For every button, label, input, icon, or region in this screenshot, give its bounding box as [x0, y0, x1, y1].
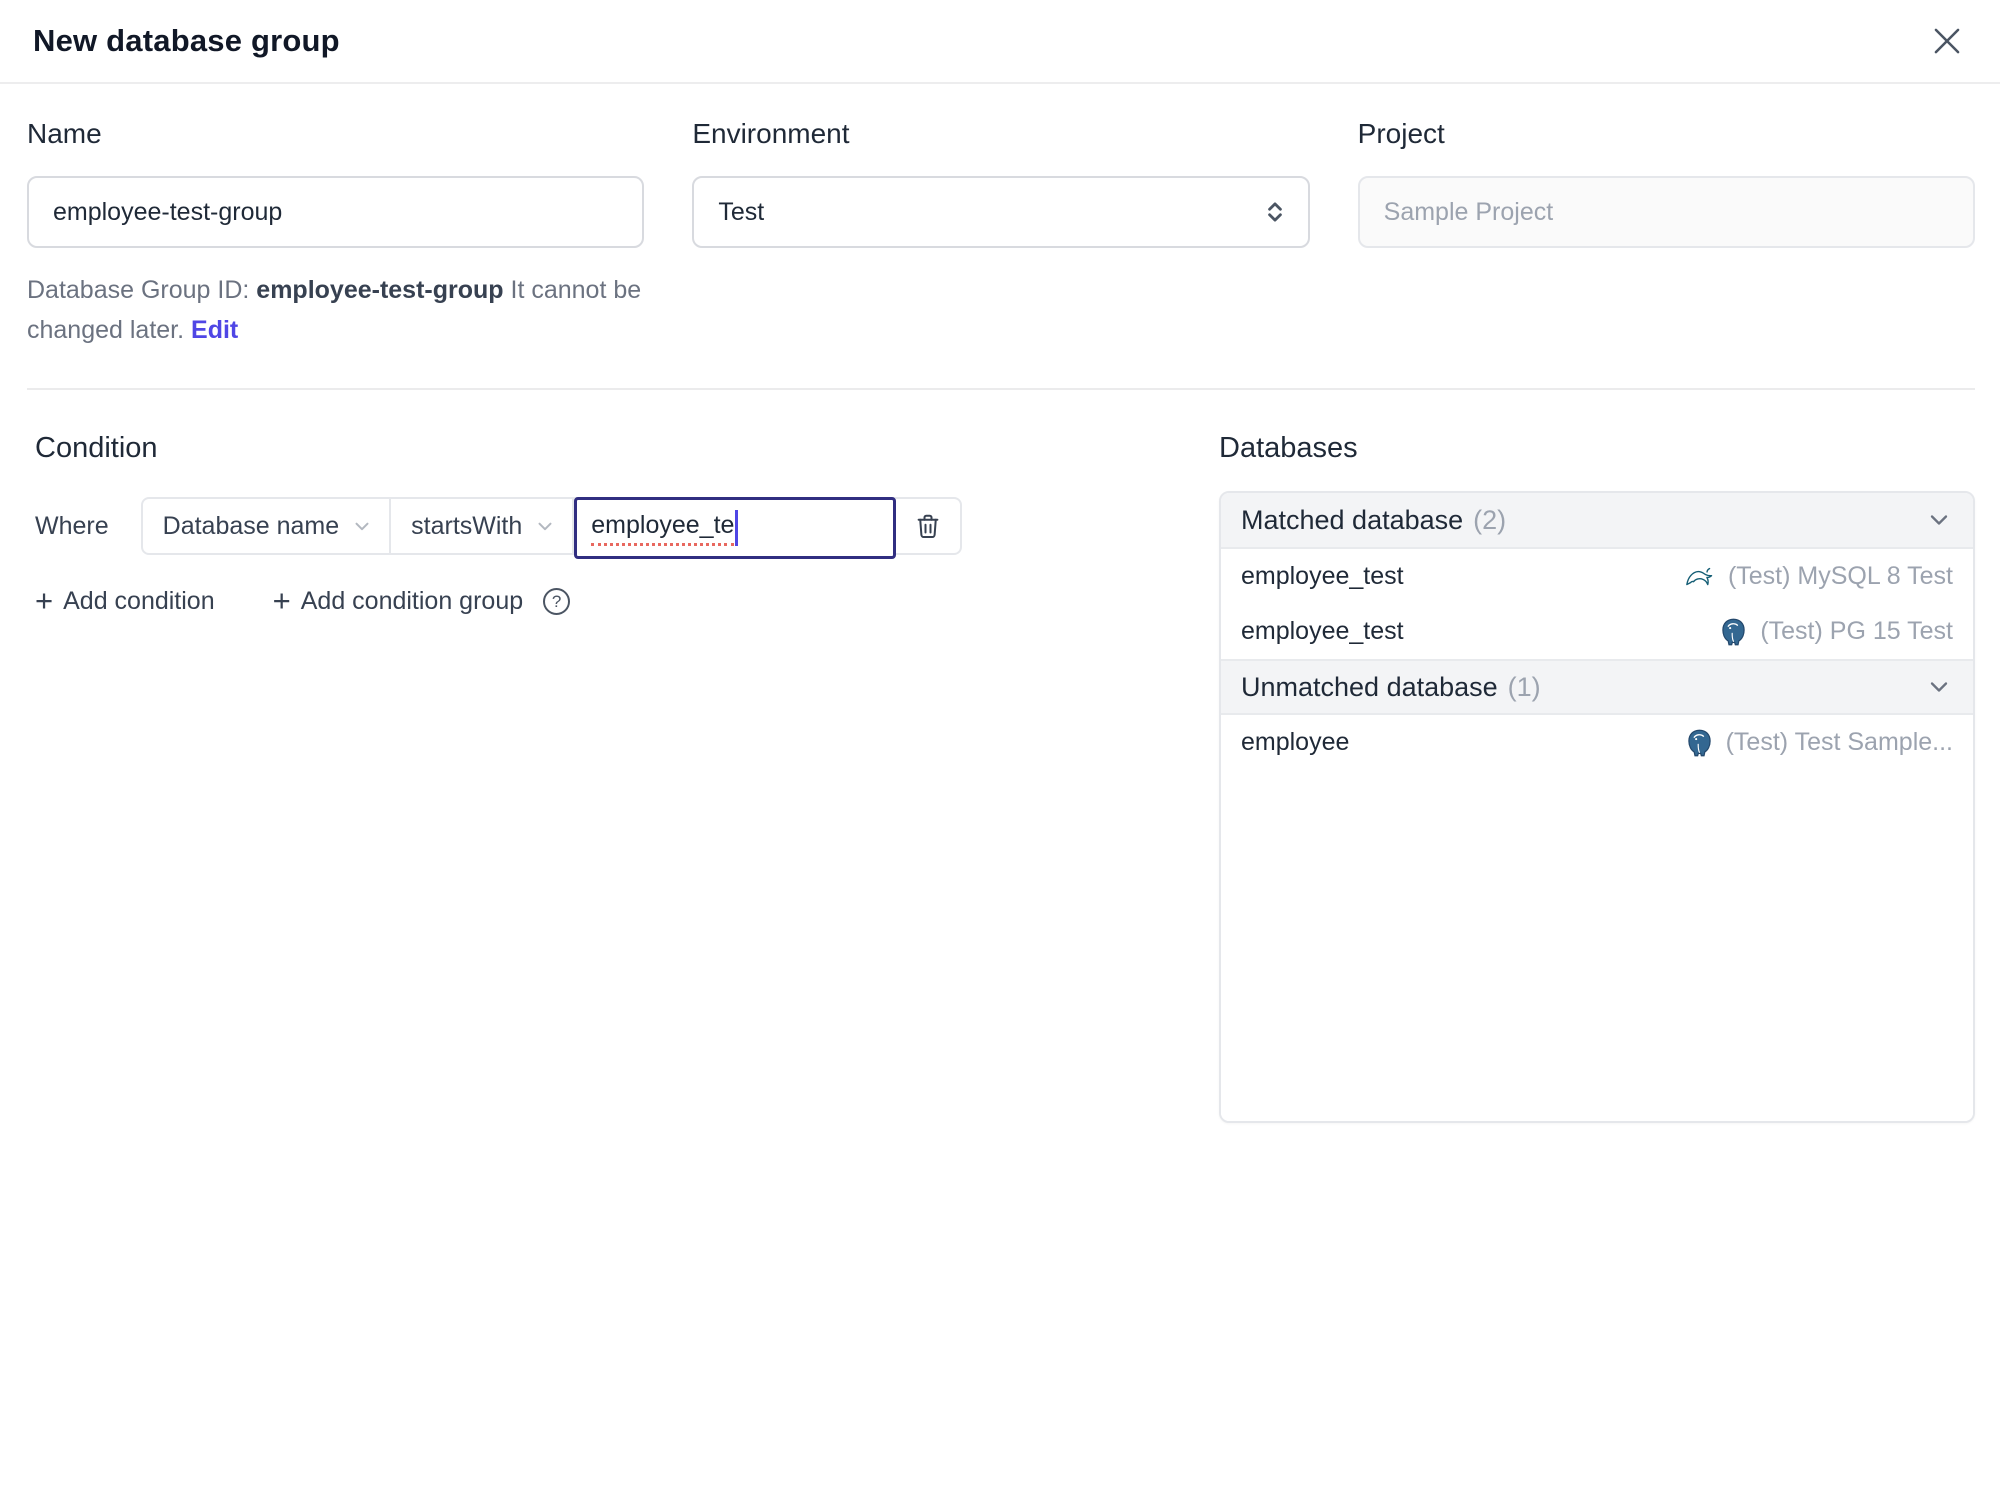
database-instance: (Test) PG 15 Test: [1760, 617, 1953, 645]
database-row: employee_test (Test) PG 15 Test: [1221, 604, 1973, 659]
databases-panel: Matched database (2) employee_test (Test…: [1219, 491, 1975, 1123]
name-input[interactable]: [27, 176, 645, 248]
dialog-title: New database group: [33, 23, 340, 58]
project-field-group: Project: [1357, 118, 1975, 248]
up-down-chevrons-icon: [1262, 198, 1288, 226]
name-field-group: Name: [27, 118, 645, 248]
environment-field-group: Environment Test: [692, 118, 1310, 248]
add-condition-button[interactable]: + Add condition: [35, 582, 215, 618]
mysql-icon: [1684, 562, 1716, 592]
name-label: Name: [27, 118, 102, 149]
where-label: Where: [35, 511, 109, 540]
helper-prefix: Database Group ID:: [27, 276, 257, 304]
project-input: [1357, 176, 1975, 248]
plus-icon: +: [35, 582, 54, 618]
environment-label: Environment: [692, 118, 850, 149]
database-name: employee_test: [1241, 617, 1404, 645]
trash-icon: [913, 511, 943, 541]
condition-value-text: employee_te: [591, 511, 735, 546]
close-button[interactable]: [1924, 18, 1970, 64]
database-group-id-helper: Database Group ID: employee-test-group I…: [27, 270, 657, 350]
unmatched-database-header[interactable]: Unmatched database (1): [1221, 659, 1973, 715]
environment-selected-value: Test: [718, 197, 765, 226]
database-row: employee (Test) Test Sample...: [1221, 715, 1973, 770]
form-row: Name Environment Test Project: [27, 118, 1975, 248]
delete-condition-button[interactable]: [896, 499, 960, 553]
plus-icon: +: [272, 582, 291, 618]
database-name: employee_test: [1241, 562, 1404, 590]
chevron-down-icon: [1925, 506, 1953, 534]
database-instance: (Test) Test Sample...: [1725, 728, 1953, 756]
unmatched-database-count: (1): [1507, 671, 1541, 702]
unmatched-database-label: Unmatched database: [1241, 671, 1498, 702]
condition-actions: + Add condition + Add condition group ?: [35, 582, 1179, 618]
matched-database-count: (2): [1473, 504, 1507, 535]
dialog-header: New database group: [0, 0, 2000, 84]
matched-database-label: Matched database: [1241, 504, 1464, 535]
database-group-id-value: employee-test-group: [256, 276, 504, 304]
condition-section: Condition Where Database name startsWith…: [27, 432, 1179, 1500]
help-icon[interactable]: ?: [543, 588, 571, 615]
add-condition-group-button[interactable]: + Add condition group ?: [272, 582, 571, 618]
chevron-down-icon: [351, 515, 373, 537]
panel-empty-space: [1221, 770, 1973, 1121]
condition-row: Where Database name startsWith employee_…: [35, 497, 1179, 559]
close-icon: [1928, 22, 1966, 60]
matched-database-header[interactable]: Matched database (2): [1221, 493, 1973, 549]
condition-value-input[interactable]: employee_te: [574, 497, 897, 559]
database-instance: (Test) MySQL 8 Test: [1727, 562, 1953, 590]
databases-section: Databases Matched database (2) employee_…: [1219, 432, 1975, 1500]
add-condition-group-label: Add condition group: [300, 587, 524, 615]
postgresql-icon: [1719, 617, 1748, 647]
project-label: Project: [1357, 118, 1445, 149]
condition-title: Condition: [35, 432, 158, 464]
postgresql-icon: [1685, 728, 1714, 758]
section-divider: [27, 388, 1975, 390]
text-caret: [735, 510, 739, 546]
condition-field-select[interactable]: Database name: [143, 499, 392, 553]
dialog-body: Name Environment Test Project: [0, 84, 2000, 1500]
condition-databases-row: Condition Where Database name startsWith…: [27, 432, 1975, 1500]
database-name: employee: [1241, 728, 1350, 756]
edit-id-link[interactable]: Edit: [191, 316, 238, 344]
condition-expression-group: Database name startsWith employee_te: [140, 497, 963, 559]
condition-operator-select[interactable]: startsWith: [391, 499, 575, 553]
new-database-group-dialog: New database group Name Environment Test: [0, 0, 2000, 1500]
condition-operator-value: startsWith: [411, 511, 523, 540]
add-condition-label: Add condition: [63, 587, 215, 615]
databases-title: Databases: [1219, 432, 1358, 464]
database-row: employee_test (Test) MySQL 8 Test: [1221, 549, 1973, 604]
chevron-down-icon: [534, 515, 556, 537]
environment-select[interactable]: Test: [692, 176, 1310, 248]
condition-field-value: Database name: [162, 511, 340, 540]
chevron-down-icon: [1925, 673, 1953, 701]
